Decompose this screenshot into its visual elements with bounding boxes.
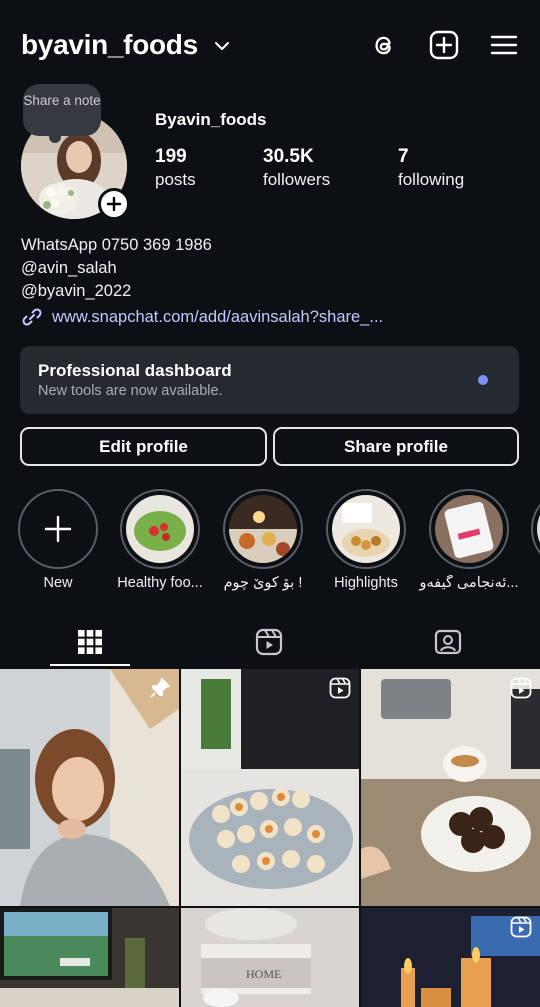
stat-followers[interactable]: 30.5K followers xyxy=(263,146,330,191)
bio-line[interactable]: @avin_salah xyxy=(21,257,212,280)
grid-post[interactable] xyxy=(361,908,540,1007)
highlight-healthy-food[interactable] xyxy=(120,489,200,569)
active-tab-indicator xyxy=(50,664,130,666)
threads-icon[interactable] xyxy=(369,30,399,60)
stat-value: 199 xyxy=(155,146,187,167)
highlight-label: بۆ کوێ چوم ! xyxy=(223,575,303,591)
stat-label: followers xyxy=(263,170,331,189)
professional-dashboard[interactable]: Professional dashboard New tools are now… xyxy=(20,346,519,414)
stat-value: 7 xyxy=(398,146,409,167)
notification-dot xyxy=(478,375,488,385)
create-post-icon[interactable] xyxy=(429,30,459,60)
add-story-button[interactable] xyxy=(98,188,130,220)
grid-post[interactable]: HOME xyxy=(181,908,359,1007)
link-icon xyxy=(22,308,42,326)
bio-line: WhatsApp 0750 369 1986 xyxy=(21,236,212,254)
tab-tagged[interactable] xyxy=(428,622,468,662)
stat-label: following xyxy=(398,170,465,189)
tab-reels[interactable] xyxy=(249,622,289,662)
tagged-icon xyxy=(434,629,462,655)
menu-icon[interactable] xyxy=(489,30,519,60)
highlight-where-i-went[interactable] xyxy=(223,489,303,569)
highlight-new[interactable] xyxy=(18,489,98,569)
pin-icon xyxy=(150,678,170,698)
stat-posts[interactable]: 199 posts xyxy=(155,146,196,191)
profile-bio: WhatsApp 0750 369 1986 @avin_salah @byav… xyxy=(21,234,212,303)
grid-post[interactable] xyxy=(181,669,359,906)
bio-line[interactable]: @byavin_2022 xyxy=(21,280,212,303)
top-bar: byavin_foods xyxy=(0,0,540,92)
grid-icon xyxy=(78,630,102,654)
profile-display-name: Byavin_foods xyxy=(155,110,267,129)
highlight-highlights[interactable] xyxy=(326,489,406,569)
highlight-label: Healthy foo... xyxy=(117,575,203,591)
highlight-label: New xyxy=(43,575,73,591)
svg-text:HOME: HOME xyxy=(246,967,281,981)
highlight-label: ئەنجامی گیفەو... xyxy=(419,575,519,591)
reel-badge-icon xyxy=(510,677,532,699)
stat-following[interactable]: 7 following xyxy=(398,146,464,191)
stat-value: 30.5K xyxy=(263,146,314,167)
reel-badge-icon xyxy=(510,916,532,938)
add-icon xyxy=(106,196,122,212)
add-icon xyxy=(44,515,72,543)
dashboard-title: Professional dashboard xyxy=(38,361,232,380)
share-profile-button[interactable]: Share profile xyxy=(273,427,519,466)
share-note-bubble[interactable]: Share a note xyxy=(23,84,101,143)
grid-post[interactable] xyxy=(0,908,179,1007)
highlight-gift-results[interactable] xyxy=(429,489,509,569)
chevron-down-icon[interactable] xyxy=(214,38,230,54)
reel-badge-icon xyxy=(329,677,351,699)
profile-link[interactable]: www.snapchat.com/add/aavinsalah?share_..… xyxy=(21,306,383,328)
account-username[interactable]: byavin_foods xyxy=(21,29,198,61)
edit-profile-button[interactable]: Edit profile xyxy=(20,427,267,466)
tab-posts-grid[interactable] xyxy=(70,622,110,662)
dashboard-subtitle: New tools are now available. xyxy=(38,383,223,399)
reels-icon xyxy=(255,628,283,656)
highlight-more[interactable] xyxy=(531,489,540,569)
grid-post[interactable] xyxy=(0,669,179,906)
grid-post[interactable] xyxy=(361,669,540,906)
stat-label: posts xyxy=(155,170,196,189)
highlight-label: Highlights xyxy=(334,575,398,591)
link-text[interactable]: www.snapchat.com/add/aavinsalah?share_..… xyxy=(52,308,383,327)
